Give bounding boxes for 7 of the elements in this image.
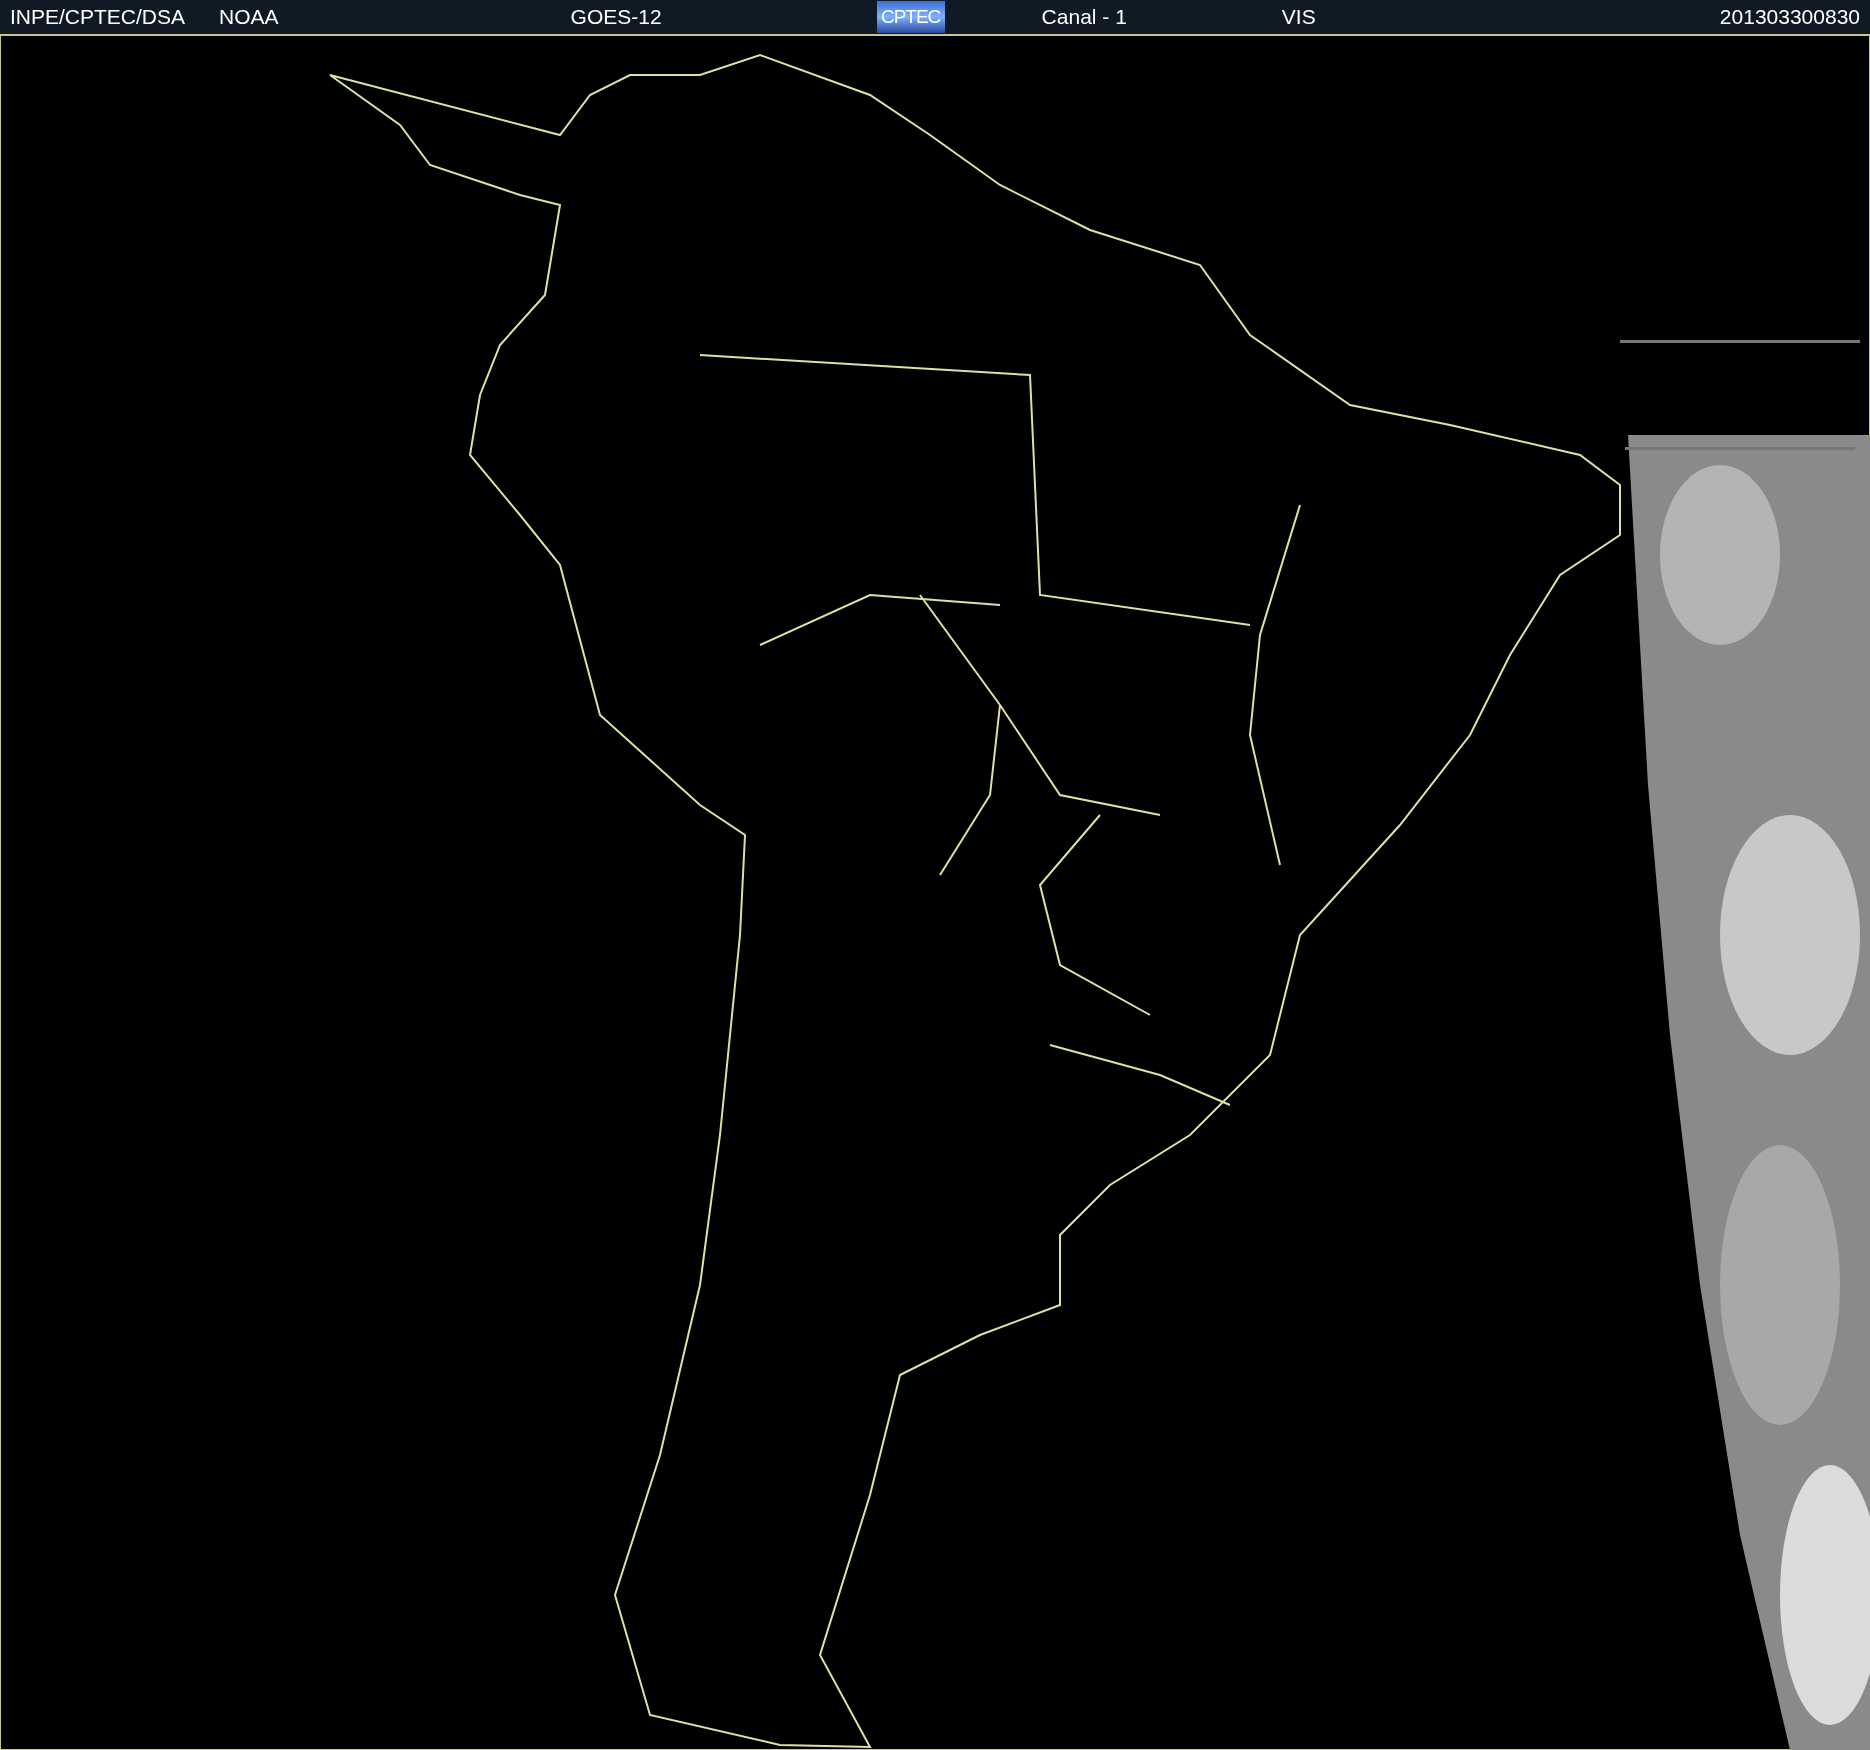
band-label: VIS xyxy=(1281,5,1316,29)
logo: CPTEC xyxy=(876,1,945,33)
channel-label: Canal - 1 xyxy=(1041,5,1127,29)
timestamp-label: 201303300830 xyxy=(1719,5,1860,29)
source-label: INPE/CPTEC/DSA xyxy=(10,5,186,29)
agency-label: NOAA xyxy=(219,5,279,29)
satellite-label: GOES-12 xyxy=(570,5,662,29)
